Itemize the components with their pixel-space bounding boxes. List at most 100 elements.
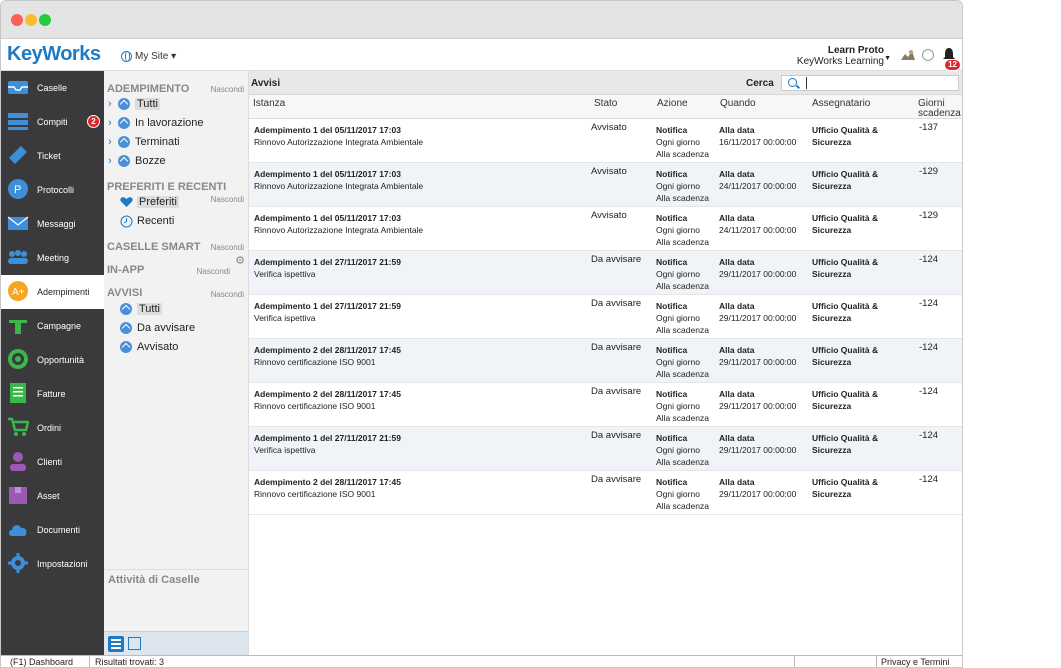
tree-item-avvisi-tutti[interactable]: Tutti xyxy=(120,301,162,317)
instance-title: Adempimento 1 del 27/11/2017 21:59 xyxy=(254,257,401,267)
sidebar-item-protocolli[interactable]: P Protocolli xyxy=(1,173,104,207)
action-timing: Alla scadenza xyxy=(656,193,709,203)
sidebar-item-ordini[interactable]: Ordini xyxy=(1,411,104,445)
chevron-right-icon[interactable]: › xyxy=(108,136,118,148)
table-row[interactable]: Adempimento 1 del 27/11/2017 21:59 Verifi… xyxy=(249,251,962,295)
table-row[interactable]: Adempimento 1 del 05/11/2017 17:03 Rinnov… xyxy=(249,119,962,163)
sidebar-item-asset[interactable]: Asset xyxy=(1,479,104,513)
chevron-right-icon[interactable]: › xyxy=(108,98,118,110)
column-header-azione[interactable]: Azione xyxy=(657,95,688,119)
column-header-assegnatario[interactable]: Assegnatario xyxy=(812,95,870,119)
notifications-badge[interactable]: 12 xyxy=(944,59,961,71)
column-header-stato[interactable]: Stato xyxy=(594,95,617,119)
column-header-istanza[interactable]: Istanza xyxy=(253,95,285,119)
sidebar-item-compiti[interactable]: Compiti 2 xyxy=(1,105,104,139)
days-due-cell: -124 xyxy=(919,254,939,265)
column-header-quando[interactable]: Quando xyxy=(720,95,756,119)
grid-view-icon[interactable] xyxy=(108,636,124,652)
sidebar-item-documenti[interactable]: Documenti xyxy=(1,513,104,547)
action-timing: Alla scadenza xyxy=(656,457,709,467)
instance-cell: Adempimento 1 del 05/11/2017 17:03 Rinnov… xyxy=(254,212,423,236)
hide-caselle-smart-link[interactable]: Nascondi xyxy=(211,243,244,252)
tree-item-avvisato[interactable]: Avvisato xyxy=(120,339,178,355)
dashboard-shortcut[interactable]: (F1) Dashboard xyxy=(10,657,73,667)
hide-preferiti-link[interactable]: Nascondi xyxy=(211,195,244,204)
table-row[interactable]: Adempimento 2 del 28/11/2017 17:45 Rinnov… xyxy=(249,339,962,383)
days-due-cell: -129 xyxy=(919,166,939,177)
sidebar-item-opportunita[interactable]: Opportunità xyxy=(1,343,104,377)
user-avatar-icon[interactable] xyxy=(899,48,916,62)
when-cell: Alla data 29/11/2017 00:00:00 xyxy=(719,256,796,280)
table-row[interactable]: Adempimento 1 del 27/11/2017 21:59 Verifi… xyxy=(249,427,962,471)
table-row[interactable]: Adempimento 2 del 28/11/2017 17:45 Rinnov… xyxy=(249,383,962,427)
table-row[interactable]: Adempimento 1 del 05/11/2017 17:03 Rinnov… xyxy=(249,163,962,207)
sidebar-item-ticket[interactable]: Ticket xyxy=(1,139,104,173)
ticket-icon xyxy=(9,146,27,164)
hide-adempimento-link[interactable]: Nascondi xyxy=(211,85,244,94)
when-cell: Alla data 29/11/2017 00:00:00 xyxy=(719,432,796,456)
hide-avvisi-link[interactable]: Nascondi xyxy=(211,290,244,299)
minimize-window-button[interactable] xyxy=(25,14,37,26)
search-icon[interactable] xyxy=(788,78,797,87)
map-view-icon[interactable] xyxy=(128,637,141,650)
when-date: 29/11/2017 00:00:00 xyxy=(719,357,797,367)
svg-text:A+: A+ xyxy=(12,287,25,298)
action-timing: Alla scadenza xyxy=(656,501,709,511)
days-due-cell: -124 xyxy=(919,342,939,353)
tree-item-bozze[interactable]: › Bozze xyxy=(108,153,166,169)
tree-item-da-avvisare[interactable]: Da avvisare xyxy=(120,320,195,336)
tree-item-in-lavorazione[interactable]: › In lavorazione xyxy=(108,115,204,131)
sidebar-item-fatture[interactable]: Fatture xyxy=(1,377,104,411)
when-cell: Alla data 24/11/2017 00:00:00 xyxy=(719,212,796,236)
tree-item-preferiti[interactable]: Preferiti xyxy=(120,194,179,210)
user-menu-caret-icon[interactable]: ▼ xyxy=(884,55,891,62)
when-date: 24/11/2017 00:00:00 xyxy=(719,225,797,235)
status-circle-icon[interactable] xyxy=(922,49,934,61)
chevron-right-icon[interactable]: › xyxy=(108,155,118,167)
days-due-cell: -124 xyxy=(919,430,939,441)
instance-title: Adempimento 2 del 28/11/2017 17:45 xyxy=(254,477,401,487)
site-selector[interactable]: My Site ▾ xyxy=(121,51,176,62)
cart-icon xyxy=(8,417,29,436)
action-frequency: Ogni giorno xyxy=(656,225,700,235)
assignee-cell: Ufficio Qualità & Sicurezza xyxy=(812,301,879,323)
when-type: Alla data xyxy=(719,433,755,443)
sidebar-item-caselle[interactable]: Caselle xyxy=(1,71,104,105)
sidebar-item-adempimenti[interactable]: A+ Adempimenti xyxy=(1,275,104,309)
chevron-right-icon[interactable]: › xyxy=(108,117,118,129)
compliance-bubble-icon xyxy=(120,322,132,334)
maximize-window-button[interactable] xyxy=(39,14,51,26)
sidebar-item-label: Messaggi xyxy=(37,219,76,229)
instance-description: Verifica ispettiva xyxy=(254,313,316,323)
keyworks-logo[interactable]: KeyWorks xyxy=(7,43,101,66)
action-type: Notifica xyxy=(656,345,688,355)
instance-description: Verifica ispettiva xyxy=(254,445,316,455)
sidebar-item-messaggi[interactable]: Messaggi xyxy=(1,207,104,241)
when-type: Alla data xyxy=(719,345,755,355)
compliance-bubble-icon xyxy=(118,155,130,167)
sidebar-item-meeting[interactable]: Meeting xyxy=(1,241,104,275)
column-header-giorni[interactable]: Giorni scadenza xyxy=(918,95,962,119)
search-input[interactable] xyxy=(806,77,956,89)
search-box[interactable] xyxy=(781,75,959,91)
instance-cell: Adempimento 2 del 28/11/2017 17:45 Rinnov… xyxy=(254,476,401,500)
table-row[interactable]: Adempimento 1 del 05/11/2017 17:03 Rinnov… xyxy=(249,207,962,251)
tree-item-tutti[interactable]: › Tutti xyxy=(108,96,160,112)
user-menu[interactable]: Learn Proto KeyWorks Learning xyxy=(797,45,884,67)
instance-title: Adempimento 1 del 05/11/2017 17:03 xyxy=(254,125,401,135)
close-window-button[interactable] xyxy=(11,14,23,26)
compliance-bubble-icon xyxy=(120,341,132,353)
tree-item-recenti[interactable]: Recenti xyxy=(120,213,174,229)
sidebar-item-impostazioni[interactable]: Impostazioni xyxy=(1,547,104,581)
action-frequency: Ogni giorno xyxy=(656,313,700,323)
table-row[interactable]: Adempimento 1 del 27/11/2017 21:59 Verifi… xyxy=(249,295,962,339)
privacy-link[interactable]: Privacy e Termini xyxy=(881,657,949,667)
clock-icon xyxy=(120,215,133,227)
table-row[interactable]: Adempimento 2 del 28/11/2017 17:45 Rinnov… xyxy=(249,471,962,515)
tree-item-terminati[interactable]: › Terminati xyxy=(108,134,180,150)
sidebar-item-campagne[interactable]: Campagne xyxy=(1,309,104,343)
sidebar-item-clienti[interactable]: Clienti xyxy=(1,445,104,479)
hide-inapp-link[interactable]: Nascondi xyxy=(197,267,230,276)
app-header: KeyWorks My Site ▾ Learn Proto KeyWorks … xyxy=(1,39,962,71)
settings-gear-icon[interactable]: ⚙ xyxy=(235,254,245,267)
